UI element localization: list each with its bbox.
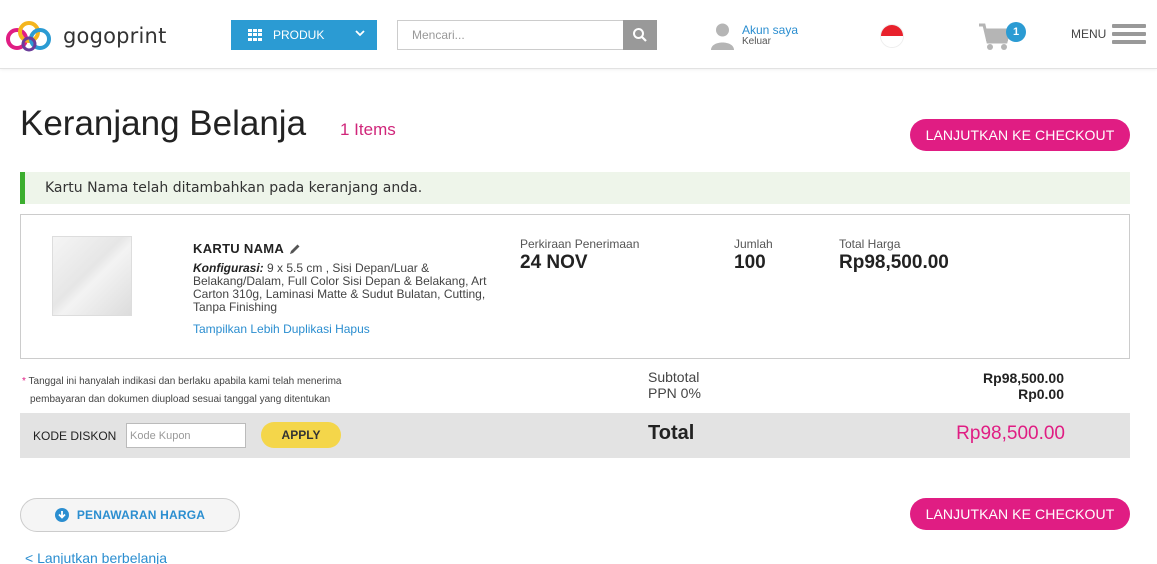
disclaimer-line-2: pembayaran dan dokumen diupload sesuai t…: [30, 394, 331, 405]
grid-icon: [248, 28, 263, 42]
download-circle-icon: [54, 508, 69, 522]
logout-link[interactable]: Keluar: [742, 36, 798, 48]
price-quote-button[interactable]: PENAWARAN HARGA: [20, 498, 240, 532]
checkout-button-bottom[interactable]: LANJUTKAN KE CHECKOUT: [910, 498, 1130, 530]
disclaimer-line-1: Tanggal ini hanyalah indikasi dan berlak…: [28, 376, 342, 387]
gogoprint-logo[interactable]: gogoprint: [5, 19, 167, 53]
account-menu[interactable]: Akun saya Keluar: [711, 22, 798, 50]
quantity-value: 100: [734, 252, 766, 273]
config-label: Konfigurasi:: [193, 261, 264, 275]
delivery-disclaimer: * Tanggal ini hanyalah indikasi dan berl…: [22, 373, 341, 409]
produk-label: PRODUK: [273, 28, 325, 42]
search-icon: [633, 28, 647, 42]
delivery-value: 24 NOV: [520, 252, 588, 273]
chevron-down-icon: [355, 30, 365, 37]
cart-item: KARTU NAMA Konfigurasi: 9 x 5.5 cm , Sis…: [20, 214, 1130, 359]
grand-total-value: Rp98,500.00: [956, 423, 1065, 444]
ppn-label: PPN 0%: [648, 385, 701, 401]
discount-total-bar: KODE DISKON APPLY Total Rp98,500.00: [20, 413, 1130, 458]
search-bar: [397, 20, 657, 50]
success-alert: Kartu Nama telah ditambahkan pada keranj…: [20, 172, 1130, 204]
cart-count-badge: 1: [1006, 22, 1026, 42]
total-price-value: Rp98,500.00: [839, 252, 949, 273]
discount-code-label: KODE DISKON: [33, 429, 117, 443]
coupon-code-input[interactable]: [126, 423, 246, 448]
apply-coupon-button[interactable]: APPLY: [261, 422, 341, 448]
price-quote-label: PENAWARAN HARGA: [76, 508, 206, 522]
item-actions: Tampilkan Lebih Duplikasi Hapus: [193, 322, 370, 336]
product-name: KARTU NAMA: [193, 241, 301, 256]
delivery-label: Perkiraan Penerimaan: [520, 237, 640, 251]
hamburger-icon: [1112, 24, 1147, 44]
user-icon: [711, 23, 734, 50]
gogoprint-logo-icon: [6, 21, 51, 52]
product-configuration: Konfigurasi: 9 x 5.5 cm , Sisi Depan/Lua…: [193, 262, 493, 314]
show-more-link[interactable]: Tampilkan Lebih: [193, 322, 280, 336]
cart-button[interactable]: 1: [978, 20, 1028, 52]
indonesia-flag-icon[interactable]: [880, 24, 904, 48]
grand-total-label: Total: [648, 422, 695, 444]
menu-label: MENU: [1071, 27, 1107, 41]
subtotal-label: Subtotal: [648, 369, 700, 385]
page-title: Keranjang Belanja: [20, 104, 307, 143]
delete-link[interactable]: Hapus: [335, 322, 370, 336]
continue-shopping-link[interactable]: < Lanjutkan berbelanja: [25, 550, 167, 564]
logo-text: gogoprint: [63, 24, 167, 48]
main-menu-button[interactable]: MENU: [1071, 24, 1147, 44]
subtotal-value: Rp98,500.00: [983, 370, 1064, 386]
total-price-label: Total Harga: [839, 237, 901, 251]
quantity-label: Jumlah: [734, 237, 773, 251]
product-thumbnail[interactable]: [52, 236, 132, 316]
edit-pencil-icon[interactable]: [289, 243, 301, 255]
product-name-text: KARTU NAMA: [193, 241, 285, 256]
top-header: gogoprint PRODUK Akun saya Keluar: [0, 0, 1157, 69]
items-count: 1 Items: [340, 120, 396, 139]
search-button[interactable]: [623, 20, 657, 50]
checkout-button-top[interactable]: LANJUTKAN KE CHECKOUT: [910, 119, 1130, 151]
alert-message: Kartu Nama telah ditambahkan pada keranj…: [45, 180, 423, 196]
ppn-value: Rp0.00: [1018, 386, 1064, 402]
account-link[interactable]: Akun saya: [742, 24, 798, 36]
produk-dropdown-button[interactable]: PRODUK: [231, 20, 377, 50]
search-input[interactable]: [397, 20, 623, 50]
duplicate-link[interactable]: Duplikasi: [283, 322, 332, 336]
